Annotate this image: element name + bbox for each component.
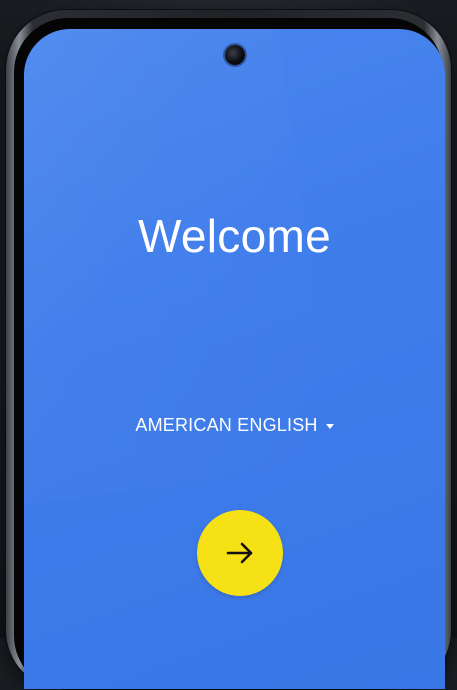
- next-button[interactable]: [197, 510, 283, 596]
- dropdown-caret-icon: [325, 424, 334, 429]
- arrow-right-icon: [226, 542, 253, 564]
- front-camera-icon: [225, 45, 245, 65]
- language-label: AMERICAN ENGLISH: [135, 415, 318, 435]
- welcome-title: Welcome: [138, 210, 331, 262]
- language-dropdown[interactable]: AMERICAN ENGLISH: [24, 415, 445, 436]
- screen-sheen: [24, 29, 339, 512]
- phone-screen: Welcome AMERICAN ENGLISH: [24, 29, 445, 689]
